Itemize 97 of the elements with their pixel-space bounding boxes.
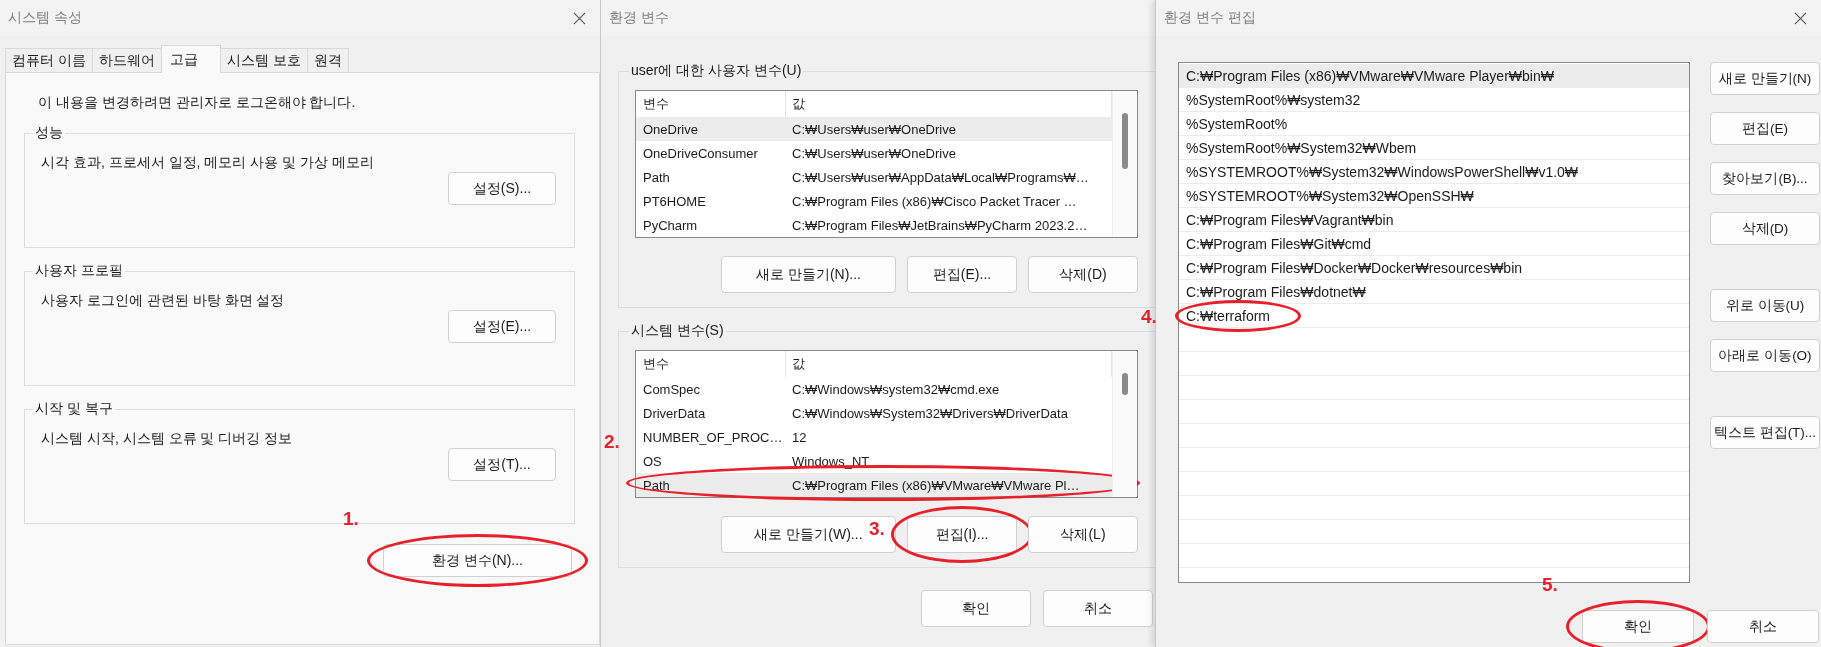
settings-button[interactable]: 설정(E)... [448,310,556,343]
variable-row[interactable]: Path C:₩Program Files (x86)₩VMware₩VMware Pl… [636,473,1112,497]
variable-row[interactable]: Path C:₩Users₩user₩AppData₩Local₩Programs₩… [636,165,1112,189]
variable-row[interactable]: PT6HOME C:₩Program Files (x86)₩Cisco Packet Tracer … [636,189,1112,213]
variable-value: C:₩Program Files (x86)₩Cisco Packet Tracer … [791,193,1078,209]
variable-value: C:₩Program Files (x86)₩VMware₩VMware Pl… [791,477,1081,493]
path-row[interactable]: C:₩Program Files (x86)₩VMware₩VMware Player₩bin₩ [1179,64,1689,88]
side-button[interactable]: 삭제(D) [1710,212,1820,245]
variable-row[interactable]: DriverData C:₩Windows₩System32₩Drivers₩DriverData [636,401,1112,425]
variable-value: 12 [791,429,808,445]
side-button[interactable]: 편집(E) [1710,112,1820,145]
path-row[interactable]: C:₩Program Files₩Vagrant₩bin [1179,208,1689,232]
variable-row[interactable]: OneDriveConsumer C:₩Users₩user₩OneDrive [636,141,1112,165]
variable-name: Path [642,169,671,185]
path-entry: C:₩Program Files₩Vagrant₩bin [1186,211,1394,228]
path-row[interactable]: C:₩Program Files₩Git₩cmd [1179,232,1689,256]
action-button[interactable]: 편집(I)... [907,516,1017,553]
variable-name: PT6HOME [642,193,707,209]
variable-value: C:₩Windows₩system32₩cmd.exe [791,381,1001,397]
scrollbar-thumb[interactable] [1122,113,1128,169]
step-number: 3. [869,518,885,540]
dialog-button[interactable]: 취소 [1707,610,1819,643]
step-number: 5. [1542,574,1558,596]
path-entry: %SYSTEMROOT%₩System32₩WindowsPowerShell₩v1.0₩ [1186,163,1579,180]
path-entry: C:₩Program Files₩Git₩cmd [1186,235,1372,252]
settings-button[interactable]: 설정(S)... [448,172,556,205]
close-icon[interactable] [573,11,586,25]
variable-name: Path [642,477,671,493]
group-title: 시스템 변수(S) [630,322,725,340]
window-title: 환경 변수 [609,9,669,27]
variable-name: DriverData [642,405,707,421]
path-row[interactable]: C:₩Program Files₩Docker₩Docker₩resources₩bin [1179,256,1689,280]
window-title: 시스템 속성 [8,9,82,27]
group-title: 사용자 프로필 [34,262,124,280]
window-title: 환경 변수 편집 [1164,9,1256,27]
path-row[interactable]: C:₩terraform [1179,304,1689,328]
group-title: 성능 [34,124,64,142]
side-button[interactable]: 새로 만들기(N) [1710,62,1820,95]
path-entry: C:₩Program Files (x86)₩VMware₩VMware Player₩bin₩ [1186,67,1554,84]
step-number: 2. [604,431,620,453]
path-row[interactable]: %SystemRoot% [1179,112,1689,136]
variable-value: C:₩Program Files₩JetBrains₩PyCharm 2023.2… [791,217,1089,233]
variable-name: ComSpec [642,381,702,397]
variable-value: C:₩Windows₩System32₩Drivers₩DriverData [791,405,1069,421]
variable-row[interactable]: PyCharm C:₩Program Files₩JetBrains₩PyCharm 2023.2… [636,213,1112,237]
path-row[interactable]: %SystemRoot%₩System32₩Wbem [1179,136,1689,160]
settings-button[interactable]: 설정(T)... [448,448,556,481]
column-header[interactable]: 변수 [636,351,786,377]
path-row[interactable]: %SYSTEMROOT%₩System32₩WindowsPowerShell₩v1.0₩ [1179,160,1689,184]
path-entry: %SystemRoot%₩System32₩Wbem [1186,139,1417,156]
variable-name: OS [642,453,663,469]
variable-name: OneDrive [642,121,699,137]
side-button[interactable]: 찾아보기(B)... [1710,162,1820,195]
variable-name: PyCharm [642,217,699,233]
scrollbar-thumb[interactable] [1122,373,1128,395]
tab[interactable]: 원격 [306,48,349,72]
environment-variables-button[interactable]: 환경 변수(N)... [383,544,572,577]
variable-row[interactable]: NUMBER_OF_PROC… 12 [636,425,1112,449]
side-button[interactable]: 아래로 이동(O) [1710,339,1820,372]
tab[interactable]: 고급 [160,45,221,73]
side-button[interactable]: 텍스트 편집(T)... [1710,416,1820,449]
variable-value: C:₩Users₩user₩OneDrive [791,145,957,161]
variable-value: C:₩Users₩user₩OneDrive [791,121,957,137]
path-entry: %SystemRoot%₩system32 [1186,91,1361,108]
dialog-button[interactable]: 확인 [921,590,1031,627]
dialog-button[interactable]: 확인 [1582,610,1694,643]
variable-row[interactable]: OS Windows_NT [636,449,1112,473]
action-button[interactable]: 삭제(D) [1028,256,1138,293]
path-entry: C:₩Program Files₩Docker₩Docker₩resources₩bin [1186,259,1523,276]
variable-row[interactable]: OneDrive C:₩Users₩user₩OneDrive [636,117,1112,141]
variable-row[interactable]: ComSpec C:₩Windows₩system32₩cmd.exe [636,377,1112,401]
group-description: 사용자 로그인에 관련된 바탕 화면 설정 [41,292,286,310]
variable-value: C:₩Users₩user₩AppData₩Local₩Programs₩… [791,169,1090,185]
path-entry: C:₩Program Files₩dotnet₩ [1186,283,1366,300]
notice-text: 이 내용을 변경하려면 관리자로 로그온해야 합니다. [38,94,357,112]
variable-name: NUMBER_OF_PROC… [642,429,784,445]
action-button[interactable]: 새로 만들기(N)... [721,256,896,293]
path-entry: %SystemRoot% [1186,115,1288,132]
path-entry: %SYSTEMROOT%₩System32₩OpenSSH₩ [1186,187,1474,204]
path-entry: C:₩terraform [1186,307,1270,324]
action-button[interactable]: 삭제(L) [1028,516,1138,553]
group-description: 시스템 시작, 시스템 오류 및 디버깅 정보 [41,430,294,448]
path-row[interactable]: %SYSTEMROOT%₩System32₩OpenSSH₩ [1179,184,1689,208]
path-row[interactable]: %SystemRoot%₩system32 [1179,88,1689,112]
path-row[interactable]: C:₩Program Files₩dotnet₩ [1179,280,1689,304]
group-description: 시각 효과, 프로세서 일정, 메모리 사용 및 가상 메모리 [41,154,375,172]
action-button[interactable]: 편집(E)... [907,256,1017,293]
step-number: 1. [343,508,359,530]
variable-name: OneDriveConsumer [642,145,759,161]
group-title: user에 대한 사용자 변수(U) [630,62,803,80]
tab[interactable]: 컴퓨터 이름 [5,48,93,72]
side-button[interactable]: 위로 이동(U) [1710,289,1820,322]
group-title: 시작 및 복구 [34,400,114,418]
step-number: 4. [1141,306,1157,328]
variable-value: Windows_NT [791,453,871,469]
dialog-button[interactable]: 취소 [1043,590,1153,627]
close-icon[interactable] [1794,11,1807,25]
